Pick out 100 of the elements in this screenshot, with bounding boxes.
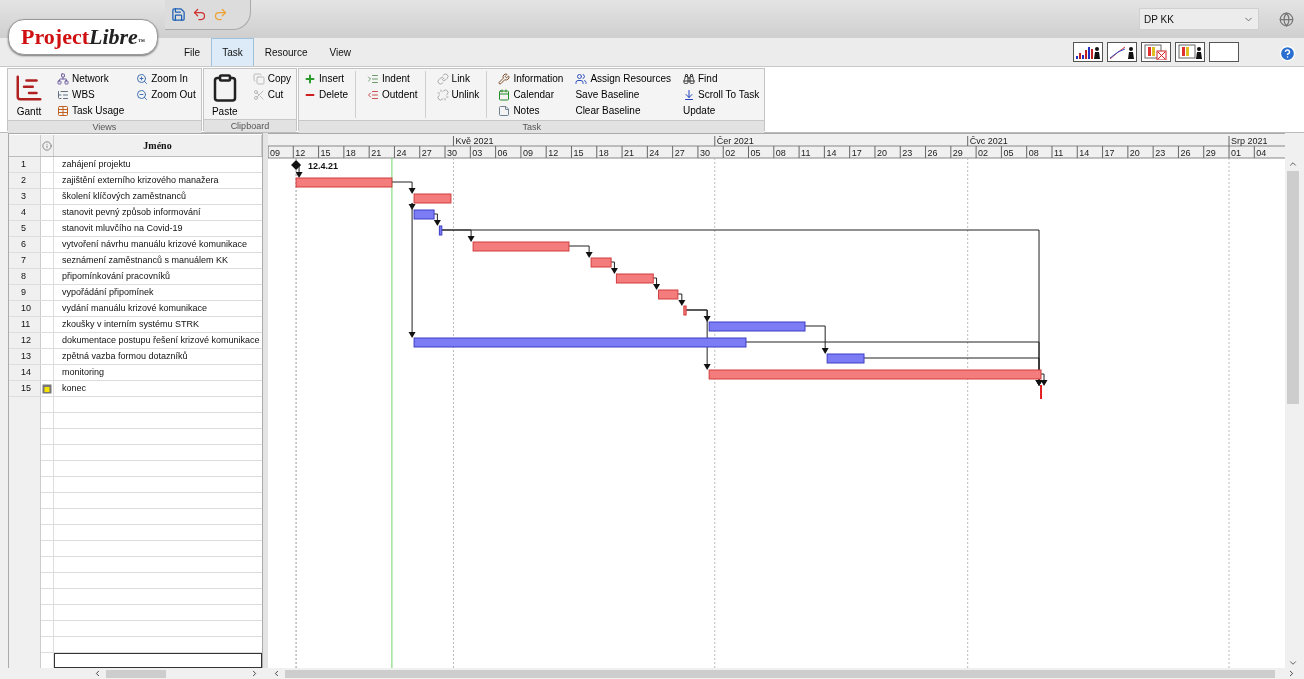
name-input-field[interactable] [54,653,262,668]
task-name[interactable]: seznámení zaměstnanců s manuálem KK [54,253,262,268]
ribbon-button[interactable]: Calendar [497,87,565,102]
ribbon-button[interactable]: Copy [251,71,293,86]
group-label: Task [299,120,765,133]
task-name[interactable]: monitoring [54,365,262,380]
ribbon-button[interactable]: Delete [303,87,349,102]
milestone-marker[interactable] [291,160,302,170]
ribbon-button[interactable]: Zoom In [135,71,197,86]
ribbon-button[interactable]: Gantt [12,71,46,117]
grid-person-button[interactable] [1175,42,1205,62]
ribbon-button[interactable]: Notes [497,103,565,118]
row-number: 10 [9,301,41,316]
task-name[interactable]: vytvoření návrhu manuálu krizové komunikace [54,237,262,252]
day-label: 26 [927,148,938,158]
scroll-right-icon[interactable] [1287,669,1296,678]
network-icon [57,72,69,85]
day-label: 20 [876,148,887,158]
day-label: 29 [1205,148,1216,158]
ribbon-tab[interactable]: File [173,38,212,66]
task-bar[interactable] [438,225,443,236]
scroll-left-icon[interactable] [272,669,281,678]
task-name[interactable]: vydání manuálu krizové komunikace [54,301,262,316]
day-label: 08 [1028,148,1039,158]
task-bar[interactable] [826,353,865,364]
day-label: 12 [295,148,306,158]
ribbon-button[interactable]: Task Usage [56,103,126,118]
ribbon-button[interactable]: WBS [56,87,126,102]
day-label: 05 [1003,148,1014,158]
ribbon-button[interactable]: Unlink [435,87,481,102]
binoculars-icon [683,72,695,85]
calendar-icon [498,88,511,101]
project-select[interactable]: DP KK [1139,8,1259,30]
unlink-icon [436,88,449,101]
table-icon [57,104,69,117]
ribbon-button[interactable]: Save Baseline [574,87,672,102]
ribbon-button[interactable]: Clear Baseline [574,103,672,118]
ribbon-button[interactable]: Zoom Out [135,87,197,102]
ribbon-button[interactable]: Link [435,71,481,86]
scroll-down-icon[interactable] [1287,658,1298,668]
task-bar[interactable] [615,273,654,284]
help-icon[interactable] [1279,45,1296,62]
day-label: 15 [320,148,331,158]
ribbon-button[interactable]: Paste [207,71,242,117]
day-label: 14 [1079,148,1090,158]
task-name[interactable]: zpětná vazba formou dotazníků [54,349,262,364]
task-name[interactable]: stanovit pevný způsob informování [54,205,262,220]
day-label: 18 [345,148,356,158]
month-label: Čvc 2021 [969,136,1008,146]
month-label: Srp 2021 [1231,136,1268,146]
task-name[interactable]: zkoušky v interním systému STRK [54,317,262,332]
milestone-marker[interactable] [1040,385,1043,399]
ribbon-button[interactable]: Assign Resources [574,71,672,86]
grid-remove-button[interactable] [1141,42,1171,62]
chart-button[interactable] [1107,42,1137,62]
histogram-button[interactable] [1073,42,1103,62]
task-name[interactable]: stanovit mluvčího na Covid-19 [54,221,262,236]
ribbon-button[interactable]: Information [497,71,565,86]
ribbon-tab[interactable]: Resource [253,38,319,66]
zoom-out-icon [136,88,149,101]
indent-icon [367,72,379,85]
day-label: 01 [1231,148,1242,158]
task-name[interactable]: konec [54,381,262,396]
ribbon-button[interactable]: Cut [251,87,293,102]
globe-icon[interactable] [1279,11,1294,27]
task-name[interactable]: školení klíčových zaměstnanců [54,189,262,204]
day-label: 17 [1104,148,1115,158]
save-button[interactable] [171,7,186,22]
undo-button[interactable] [192,7,207,22]
task-name[interactable]: připomínkování pracovníků [54,269,262,284]
blank-button[interactable] [1209,42,1239,62]
dependency-arrow [391,181,416,194]
dependency-arrow [433,213,441,226]
ribbon-tab[interactable]: Task [211,38,254,66]
day-label: 24 [649,148,660,158]
task-name[interactable]: dokumentace postupu řešení krizové komunikace [54,333,262,348]
ribbon-button[interactable]: Scroll To Task [682,87,761,102]
ribbon-button[interactable]: Network [56,71,126,86]
row-number: 15 [9,381,41,396]
ribbon-button[interactable]: Insert [303,71,349,86]
day-label: 02 [978,148,989,158]
task-bar[interactable] [683,305,687,316]
day-label: 03 [472,148,483,158]
task-name[interactable]: vypořádání připomínek [54,285,262,300]
row-number: 6 [9,237,41,252]
plus-icon [304,72,317,85]
task-name[interactable]: zajištění externího krizového manažera [54,173,262,188]
task-name[interactable]: zahájení projektu [54,157,262,172]
scroll-right-icon[interactable] [250,669,259,678]
ribbon-button[interactable]: Update [682,103,761,118]
ribbon-tab[interactable]: View [318,38,362,66]
ribbon-button[interactable]: Indent [366,71,419,86]
zoom-in-icon [136,72,149,85]
row-number: 11 [9,317,41,332]
link-icon [436,72,449,85]
milestone-date: 12.4.21 [308,161,339,171]
ribbon-button[interactable]: Find [682,71,761,86]
scroll-up-icon[interactable] [1287,159,1298,169]
day-label: 27 [674,148,685,158]
ribbon-button[interactable]: Outdent [366,87,419,102]
